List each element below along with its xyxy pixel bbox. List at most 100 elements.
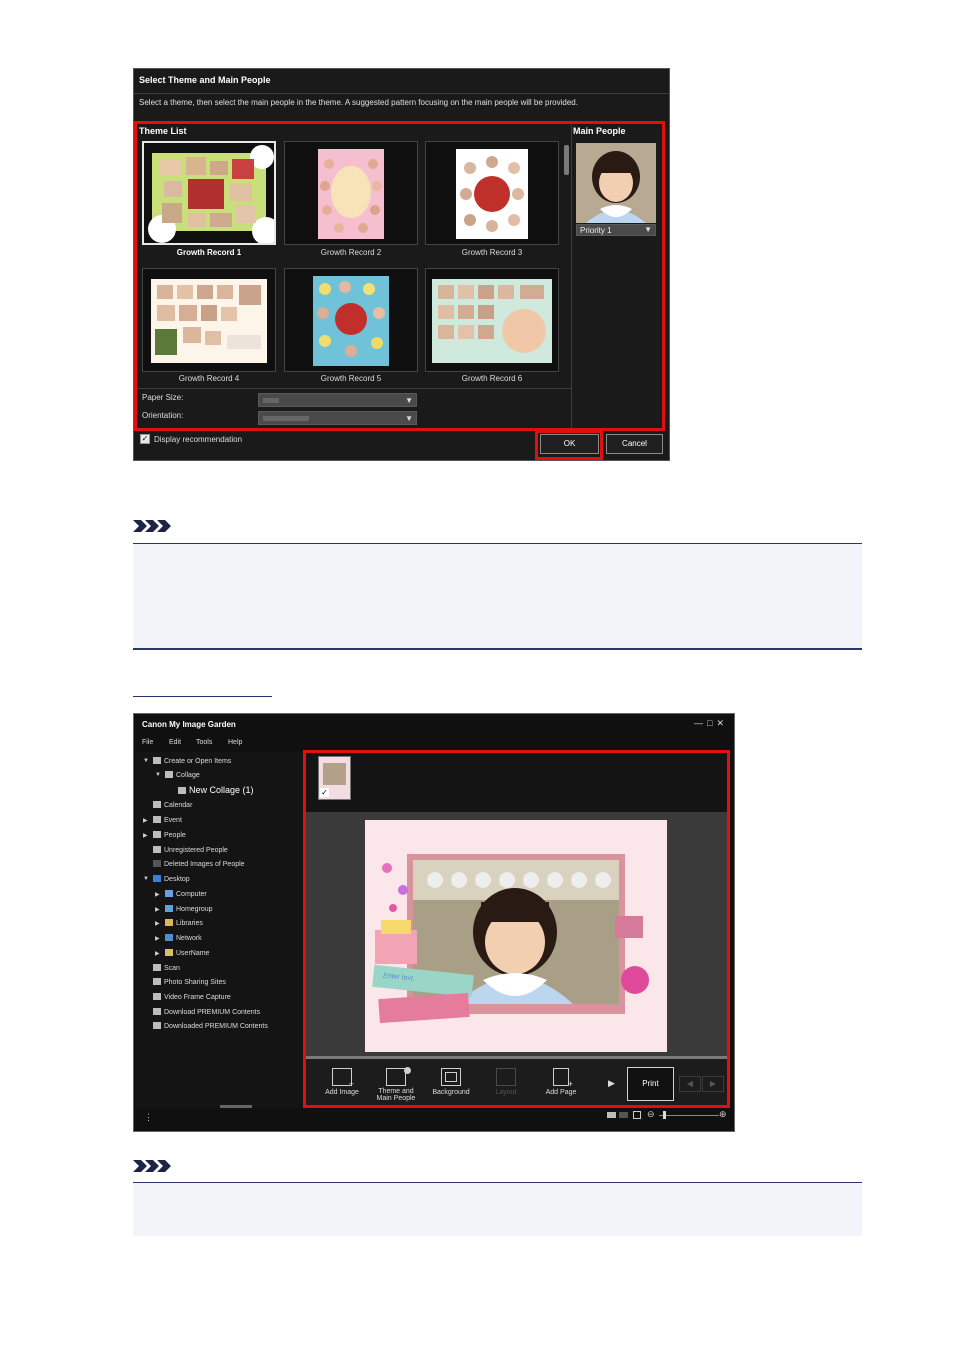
tree-item-unregistered-people[interactable]: Unregistered People [153,846,228,854]
scan-icon [153,964,161,971]
cancel-button[interactable]: Cancel [606,434,663,454]
user-folder-icon [165,949,173,956]
calendar-icon [153,801,161,808]
display-recommendation-label: Display recommendation [154,435,243,444]
paper-settings-divider [137,388,571,389]
person-photo-image [576,143,656,223]
tree-item-homegroup[interactable]: Homegroup [165,905,213,913]
dropdown-arrow-icon: ▼ [644,225,652,234]
event-icon [153,816,161,823]
theme-growth-record-5[interactable] [284,268,418,372]
theme-caption-1: Growth Record 1 [176,248,242,257]
tree-item-download-premium[interactable]: Download PREMIUM Contents [153,1008,260,1016]
collapsed-arrow-icon[interactable]: ▶ [155,920,160,927]
zoom-slider[interactable] [659,1115,719,1116]
expand-arrow-icon[interactable]: ▼ [143,876,149,882]
tree-item-create-or-open[interactable]: Create or Open Items [153,757,231,765]
collapsed-arrow-icon[interactable]: ▶ [155,906,160,913]
tree-item-new-collage[interactable]: New Collage (1) [178,785,254,795]
dropdown-arrow-icon: ▼ [405,396,413,405]
theme-3-preview [456,149,528,239]
expand-arrow-icon[interactable]: ▼ [143,758,149,764]
video-frame-icon [153,993,161,1000]
display-recommendation-checkbox[interactable]: ✓ [140,434,150,444]
view-mode-alt-icon[interactable] [619,1112,628,1118]
people-icon [153,831,161,838]
link-underline[interactable] [133,696,272,697]
theme-growth-record-3[interactable] [425,141,559,245]
minimize-icon[interactable]: — [694,718,707,728]
collapsed-arrow-icon[interactable]: ▶ [155,891,160,898]
theme-caption-6: Growth Record 6 [461,374,523,383]
collapsed-arrow-icon[interactable]: ▶ [155,935,160,942]
collapsed-arrow-icon[interactable]: ▶ [143,817,148,824]
deleted-person-icon [153,860,161,867]
view-mode-icon[interactable] [607,1112,616,1118]
tree-item-libraries[interactable]: Libraries [165,919,203,927]
main-person-photo[interactable] [576,143,656,223]
collage-item-icon [178,787,186,794]
paper-size-value-blurred [263,398,279,403]
collapsed-arrow-icon[interactable]: ▶ [143,832,148,839]
edit-area-highlight [303,750,730,1108]
theme-list-scrollbar[interactable] [564,145,569,175]
details-toggle-icon[interactable]: ⋮ [144,1112,153,1123]
close-icon[interactable]: ✕ [716,718,728,728]
theme-5-preview [313,276,389,366]
tree-item-video-frame-capture[interactable]: Video Frame Capture [153,993,231,1001]
tree-item-downloaded-premium[interactable]: Downloaded PREMIUM Contents [153,1022,268,1030]
tree-item-deleted-images[interactable]: Deleted Images of People [153,860,245,868]
tree-item-event[interactable]: Event [153,816,182,824]
theme-4-preview [151,279,267,363]
tree-item-collage[interactable]: Collage [165,771,200,779]
download-icon [153,1008,161,1015]
tree-item-photo-sharing[interactable]: Photo Sharing Sites [153,978,226,986]
note-icon [133,1158,173,1174]
menu-edit[interactable]: Edit [169,739,181,746]
tree-item-scan[interactable]: Scan [153,964,180,972]
dialog-divider [134,93,669,94]
ok-button[interactable]: OK [540,434,599,454]
dialog-instruction: Select a theme, then select the main peo… [139,98,578,107]
dialog-title: Select Theme and Main People [139,75,271,85]
window-controls: —□✕ [694,718,728,729]
theme-list-label: Theme List [139,126,187,136]
expand-arrow-icon[interactable]: ▼ [155,772,161,778]
orientation-label: Orientation: [142,411,184,420]
menu-tools[interactable]: Tools [196,739,212,746]
theme-growth-record-1[interactable] [142,141,280,245]
tree-item-network[interactable]: Network [165,934,202,942]
zoom-slider-handle[interactable] [663,1111,666,1119]
network-icon [165,934,173,941]
tree-item-desktop[interactable]: Desktop [153,875,190,883]
note-box [133,543,862,650]
priority-dropdown[interactable]: Priority 1 ▼ [576,224,656,236]
theme-growth-record-4[interactable] [142,268,276,372]
theme-caption-2: Growth Record 2 [320,248,382,257]
theme-2-preview [318,149,384,239]
orientation-dropdown[interactable]: ▼ [258,411,417,425]
tree-item-people[interactable]: People [153,831,186,839]
fit-view-icon[interactable] [633,1111,641,1119]
theme-caption-4: Growth Record 4 [178,374,240,383]
paper-size-dropdown[interactable]: ▼ [258,393,417,407]
downloaded-folder-icon [153,1022,161,1029]
theme-6-preview [432,279,552,363]
homegroup-icon [165,905,173,912]
app-title: Canon My Image Garden [142,720,236,729]
libraries-icon [165,919,173,926]
tree-item-calendar[interactable]: Calendar [153,801,192,809]
theme-growth-record-2[interactable] [284,141,418,245]
zoom-out-icon[interactable]: ⊖ [647,1109,655,1120]
tree-item-username[interactable]: UserName [165,949,209,957]
menu-help[interactable]: Help [228,739,242,746]
theme-growth-record-6[interactable] [425,268,559,372]
zoom-in-icon[interactable]: ⊕ [719,1109,727,1120]
note-icon [133,518,173,534]
sidebar-scrollbar[interactable] [220,1105,252,1108]
tree-item-computer[interactable]: Computer [165,890,207,898]
menu-file[interactable]: File [142,739,153,746]
collapsed-arrow-icon[interactable]: ▶ [155,950,160,957]
theme-caption-3: Growth Record 3 [461,248,523,257]
priority-value: Priority 1 [580,226,612,235]
